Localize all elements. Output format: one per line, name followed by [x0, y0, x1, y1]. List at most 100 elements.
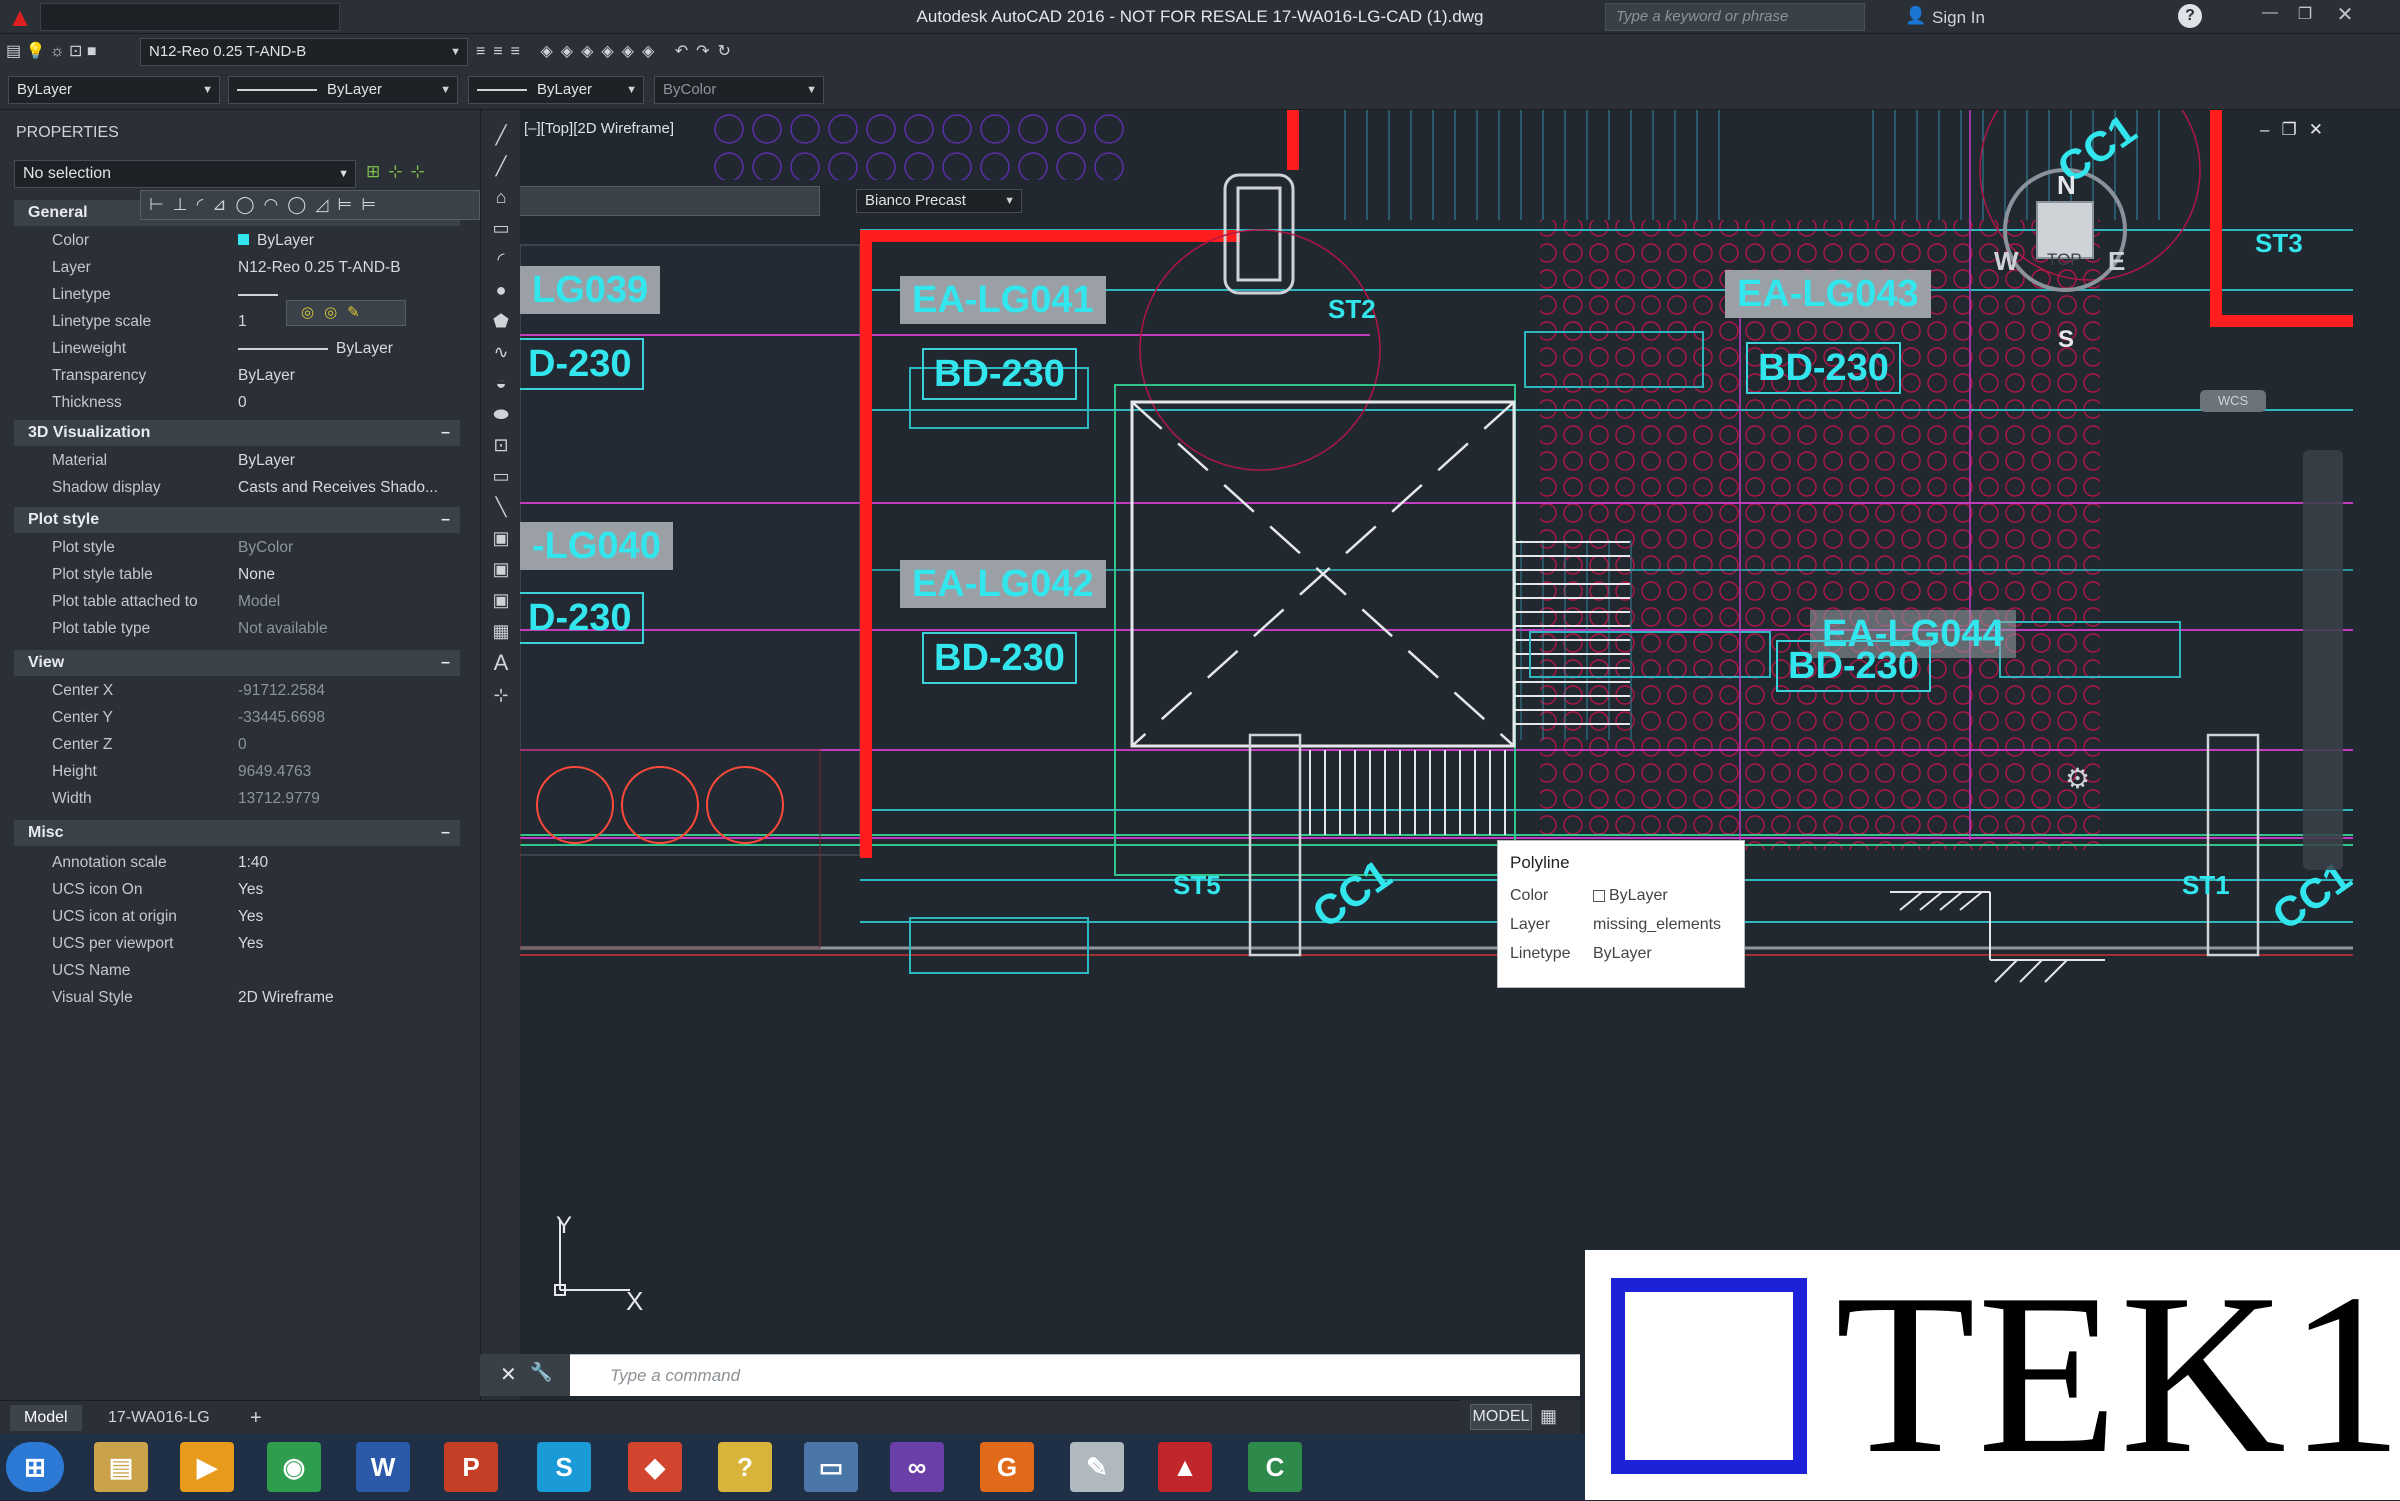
- prop-value: ByColor: [238, 539, 294, 556]
- prop-row[interactable]: UCS per viewport Yes: [14, 930, 460, 957]
- prop-row[interactable]: Shadow display Casts and Receives Shado..…: [14, 474, 460, 501]
- autocad-icon[interactable]: ▲: [1158, 1442, 1212, 1492]
- layer-tools[interactable]: ▤ 💡 ☼ ⊡ ■: [6, 41, 136, 65]
- viewport-controls[interactable]: –❐✕: [2260, 120, 2350, 140]
- prop-row[interactable]: Linetype scale 1: [14, 308, 460, 335]
- beam-box: BD-230: [922, 632, 1077, 684]
- quick-access-toolbar[interactable]: [40, 3, 340, 31]
- tab-layout[interactable]: 17-WA016-LG: [94, 1405, 224, 1431]
- camtasia-icon[interactable]: C: [1248, 1442, 1302, 1492]
- prop-row[interactable]: Plot style table None: [14, 561, 460, 588]
- visual-studio-icon[interactable]: ∞: [890, 1442, 944, 1492]
- skype-icon[interactable]: S: [537, 1442, 591, 1492]
- draw-tool-icons[interactable]: ╱ ╱ ⌂ ▭ ◜ ● ⬟ ∿ ◒ ⬬ ⊡ ▭ ╲ ▣ ▣ ▣ ▦ A ⊹: [489, 120, 513, 711]
- prop-row[interactable]: Color ByLayer: [14, 227, 460, 254]
- media-player-icon[interactable]: ▶: [180, 1442, 234, 1492]
- draw-toolbar-icons[interactable]: ≡≡≡ ◈◈◈◈◈◈ ↶↷↻: [476, 41, 916, 65]
- viewcube-west[interactable]: W: [1994, 246, 2019, 277]
- prop-row[interactable]: Center Y -33445.6698: [14, 704, 460, 731]
- app-menu-button[interactable]: ▲: [2, 2, 38, 32]
- add-tab-icon[interactable]: +: [236, 1405, 276, 1431]
- git-icon[interactable]: ◆: [628, 1442, 682, 1492]
- viewport-label[interactable]: [–][Top][2D Wireframe]: [524, 120, 674, 137]
- app-g-icon[interactable]: G: [980, 1442, 1034, 1492]
- navigation-bar[interactable]: [2303, 450, 2343, 870]
- word-icon[interactable]: W: [356, 1442, 410, 1492]
- section-plot-style[interactable]: Plot style –: [14, 507, 460, 533]
- section-3d-visualization[interactable]: 3D Visualization –: [14, 420, 460, 446]
- prop-row[interactable]: Width 13712.9779: [14, 785, 460, 812]
- color-dropdown[interactable]: ByLayer ▼: [8, 76, 220, 104]
- powerpoint-icon[interactable]: P: [444, 1442, 498, 1492]
- model-space-button[interactable]: MODEL: [1470, 1404, 1532, 1430]
- close-button[interactable]: ✕: [2330, 2, 2360, 28]
- prop-row[interactable]: Center X -91712.2584: [14, 677, 460, 704]
- prop-row[interactable]: Annotation scale 1:40: [14, 849, 460, 876]
- drawing-viewport[interactable]: [–][Top][2D Wireframe] Bianco Precast ▼ L…: [520, 110, 2353, 1372]
- prop-row[interactable]: Plot table attached to Model: [14, 588, 460, 615]
- draw-tool-strip[interactable]: ╱ ╱ ⌂ ▭ ◜ ● ⬟ ∿ ◒ ⬬ ⊡ ▭ ╲ ▣ ▣ ▣ ▦ A ⊹: [480, 110, 520, 1400]
- explorer-icon[interactable]: ▤: [94, 1442, 148, 1492]
- viewcube-north[interactable]: N: [2057, 170, 2076, 201]
- collapse-icon[interactable]: –: [441, 507, 450, 533]
- layer-dropdown[interactable]: N12-Reo 0.25 T-AND-B ▼: [140, 38, 468, 66]
- chrome-icon[interactable]: ◉: [267, 1442, 321, 1492]
- start-button[interactable]: ⊞: [6, 1442, 64, 1492]
- collapse-icon[interactable]: –: [441, 420, 450, 446]
- quick-select-icons[interactable]: ⊞⊹⊹: [366, 162, 466, 188]
- prop-value: Yes: [238, 908, 264, 925]
- prop-key: Plot table type: [52, 620, 151, 637]
- utility-icon[interactable]: ?: [718, 1442, 772, 1492]
- window-app-icon[interactable]: ▭: [804, 1442, 858, 1492]
- section-misc[interactable]: Misc –: [14, 820, 460, 846]
- search-input[interactable]: Type a keyword or phrase: [1605, 3, 1865, 31]
- floating-toolbar[interactable]: ⊢⊥◜⊿◯◠◯◿⊨⊨: [140, 190, 480, 220]
- grid-icon[interactable]: ▦: [1540, 1406, 1557, 1427]
- prop-key: Center Z: [52, 736, 113, 753]
- status-bar: MODEL ▦: [1460, 1400, 1580, 1434]
- prop-row[interactable]: UCS Name: [14, 957, 460, 984]
- prop-row[interactable]: Visual Style 2D Wireframe: [14, 984, 460, 1011]
- viewcube[interactable]: N TOP W E S: [1994, 110, 2130, 370]
- linetype-dropdown[interactable]: ByLayer ▼: [228, 76, 458, 104]
- prop-key: Plot style table: [52, 566, 153, 583]
- viewcube-south[interactable]: S: [2058, 326, 2074, 354]
- beam-box: D-230: [520, 338, 644, 390]
- prop-row[interactable]: Lineweight ByLayer: [14, 335, 460, 362]
- collapse-icon[interactable]: –: [441, 820, 450, 846]
- viewcube-top-face[interactable]: TOP: [2047, 250, 2082, 270]
- user-icon[interactable]: 👤: [1905, 6, 1926, 26]
- prop-row[interactable]: Plot style ByColor: [14, 534, 460, 561]
- section-view[interactable]: View –: [14, 650, 460, 676]
- command-input[interactable]: Type a command: [610, 1355, 740, 1397]
- material-dropdown[interactable]: Bianco Precast ▼: [856, 189, 1022, 213]
- prop-row[interactable]: UCS icon On Yes: [14, 876, 460, 903]
- prop-row[interactable]: Material ByLayer: [14, 447, 460, 474]
- lineweight-dropdown[interactable]: ByLayer ▼: [468, 76, 644, 104]
- material-toolbar[interactable]: [520, 186, 820, 216]
- wcs-menu[interactable]: WCS: [2200, 390, 2266, 412]
- prop-value: 0: [238, 736, 247, 753]
- prop-row[interactable]: Plot table type Not available: [14, 615, 460, 642]
- close-icon[interactable]: ✕: [500, 1362, 517, 1387]
- minimize-button[interactable]: —: [2255, 4, 2285, 28]
- wrench-icon[interactable]: 🔧: [530, 1362, 552, 1383]
- help-icon[interactable]: ?: [2178, 4, 2202, 28]
- collapse-icon[interactable]: –: [441, 650, 450, 676]
- selection-dropdown[interactable]: No selection ▼: [14, 160, 356, 188]
- tab-model[interactable]: Model: [10, 1405, 82, 1431]
- prop-row[interactable]: Thickness 0: [14, 389, 460, 416]
- sign-in-link[interactable]: Sign In: [1932, 8, 1985, 28]
- prop-row[interactable]: Height 9649.4763: [14, 758, 460, 785]
- prop-value-text: ByLayer: [257, 232, 314, 249]
- prop-row[interactable]: Center Z 0: [14, 731, 460, 758]
- prop-row[interactable]: UCS icon at origin Yes: [14, 903, 460, 930]
- viewcube-east[interactable]: E: [2108, 246, 2125, 277]
- command-line[interactable]: Type a command: [480, 1354, 1580, 1396]
- plotstyle-dropdown[interactable]: ByColor ▼: [654, 76, 824, 104]
- prop-row[interactable]: Layer N12-Reo 0.25 T-AND-B: [14, 254, 460, 281]
- paint-icon[interactable]: ✎: [1070, 1442, 1124, 1492]
- prop-row[interactable]: Transparency ByLayer: [14, 362, 460, 389]
- command-line-controls[interactable]: ✕ 🔧: [480, 1354, 570, 1396]
- restore-button[interactable]: ❐: [2290, 4, 2320, 28]
